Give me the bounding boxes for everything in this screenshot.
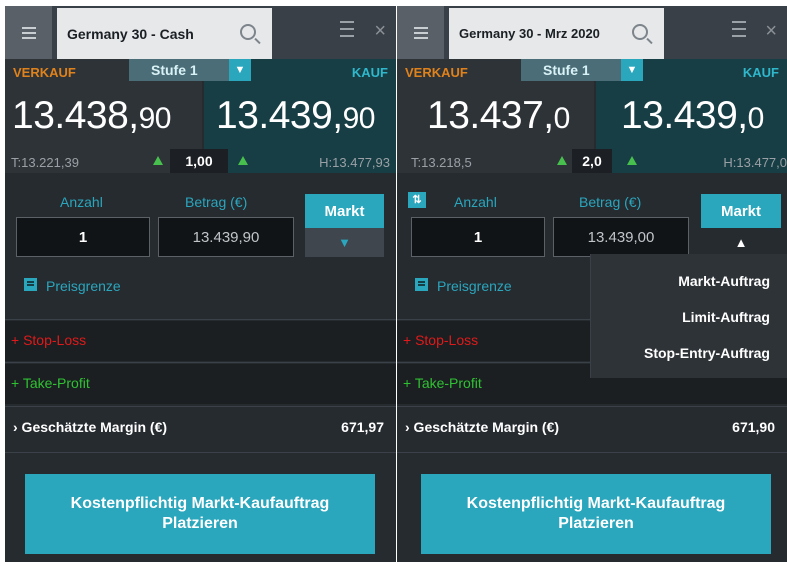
market-tab[interactable]: Germany 30 - Mrz 2020 bbox=[449, 8, 664, 59]
take-profit-label[interactable]: + Take-Profit bbox=[11, 375, 90, 391]
stop-loss-row[interactable]: + Stop-Loss bbox=[5, 321, 396, 361]
sell-price: 13.438,90 bbox=[12, 94, 172, 137]
menu-item-stop-entry-order[interactable]: Stop-Entry-Auftrag bbox=[644, 345, 770, 361]
price-limit-label[interactable]: Preisgrenze bbox=[46, 278, 121, 294]
amount-input[interactable]: 13.439,00 bbox=[553, 217, 689, 257]
search-icon[interactable] bbox=[240, 24, 256, 40]
triangle-up-icon bbox=[627, 156, 637, 165]
menu-button[interactable] bbox=[5, 6, 52, 59]
swap-icon[interactable]: ⇅ bbox=[408, 192, 426, 208]
search-icon[interactable] bbox=[632, 24, 648, 40]
menu-item-market-order[interactable]: Markt-Auftrag bbox=[678, 273, 770, 289]
ticket-header: Germany 30 - Cash × bbox=[5, 6, 396, 59]
low-price: T:13.221,39 bbox=[11, 155, 79, 170]
amount-label: Betrag (€) bbox=[579, 194, 642, 210]
drag-handle-icon[interactable] bbox=[340, 16, 354, 42]
place-order-button[interactable]: Kostenpflichtig Markt-Kaufauftrag Platzi… bbox=[421, 474, 771, 554]
order-type-menu: Markt-Auftrag Limit-Auftrag Stop-Entry-A… bbox=[590, 254, 787, 378]
stop-loss-label[interactable]: + Stop-Loss bbox=[11, 332, 86, 348]
triangle-up-icon bbox=[238, 156, 248, 165]
order-type-button[interactable]: Markt bbox=[701, 194, 781, 229]
triangle-up-icon bbox=[557, 156, 567, 165]
buy-price: 13.439,90 bbox=[216, 94, 376, 137]
quantity-input[interactable]: 1 bbox=[411, 217, 545, 257]
market-tab[interactable]: Germany 30 - Cash bbox=[57, 8, 272, 59]
close-icon[interactable]: × bbox=[765, 21, 777, 41]
stop-loss-label[interactable]: + Stop-Loss bbox=[403, 332, 478, 348]
low-price: T:13.218,5 bbox=[411, 155, 472, 170]
level-select[interactable]: Stufe 1 ▼ bbox=[521, 59, 643, 81]
level-select[interactable]: Stufe 1 ▼ bbox=[129, 59, 251, 81]
quantity-label: Anzahl bbox=[454, 194, 497, 210]
sell-price: 13.437,0 bbox=[427, 94, 570, 137]
quantity-label: Anzahl bbox=[60, 194, 103, 210]
buy-label: KAUF bbox=[351, 65, 388, 80]
chevron-down-icon[interactable]: ▼ bbox=[621, 59, 643, 81]
chevron-down-icon[interactable]: ▼ bbox=[305, 228, 384, 257]
margin-value: 671,97 bbox=[341, 419, 384, 435]
level-value: Stufe 1 bbox=[543, 62, 590, 78]
buy-label: KAUF bbox=[742, 65, 779, 80]
level-value: Stufe 1 bbox=[151, 62, 198, 78]
buy-price: 13.439,0 bbox=[621, 94, 764, 137]
menu-item-limit-order[interactable]: Limit-Auftrag bbox=[682, 309, 770, 325]
triangle-up-icon bbox=[153, 156, 163, 165]
quantity-input[interactable]: 1 bbox=[16, 217, 150, 257]
spread-value: 1,00 bbox=[170, 149, 228, 173]
sell-label: VERKAUF bbox=[13, 65, 76, 80]
drag-handle-icon[interactable] bbox=[732, 16, 746, 42]
take-profit-label[interactable]: + Take-Profit bbox=[403, 375, 482, 391]
close-icon[interactable]: × bbox=[374, 21, 386, 41]
checkbox-icon[interactable] bbox=[24, 278, 37, 291]
take-profit-row[interactable]: + Take-Profit bbox=[5, 364, 396, 404]
amount-input[interactable]: 13.439,90 bbox=[158, 217, 294, 257]
margin-value: 671,90 bbox=[732, 419, 775, 435]
hamburger-icon bbox=[21, 24, 36, 42]
high-price: H:13.477,93 bbox=[319, 155, 390, 170]
checkbox-icon[interactable] bbox=[415, 278, 428, 291]
trade-tickets: Germany 30 - Cash × VERKAUF KAUF Stufe 1… bbox=[0, 0, 787, 566]
high-price: H:13.477,0 bbox=[723, 155, 787, 170]
price-limit-label[interactable]: Preisgrenze bbox=[437, 278, 512, 294]
market-title: Germany 30 - Cash bbox=[67, 25, 194, 42]
market-title: Germany 30 - Mrz 2020 bbox=[459, 26, 600, 41]
sell-label: VERKAUF bbox=[405, 65, 468, 80]
hamburger-icon bbox=[413, 24, 428, 42]
place-order-button[interactable]: Kostenpflichtig Markt-Kaufauftrag Platzi… bbox=[25, 474, 375, 554]
margin-label[interactable]: › Geschätzte Margin (€) bbox=[13, 419, 167, 435]
menu-button[interactable] bbox=[397, 6, 444, 59]
margin-row[interactable]: › Geschätzte Margin (€) 671,97 bbox=[5, 408, 396, 450]
deal-ticket-left: Germany 30 - Cash × VERKAUF KAUF Stufe 1… bbox=[5, 6, 396, 562]
chevron-up-icon[interactable]: ▲ bbox=[701, 228, 781, 257]
spread-value: 2,0 bbox=[572, 149, 612, 173]
order-type-button[interactable]: Markt bbox=[305, 194, 384, 229]
margin-row[interactable]: › Geschätzte Margin (€) 671,90 bbox=[397, 408, 787, 450]
ticket-header: Germany 30 - Mrz 2020 × bbox=[397, 6, 787, 59]
margin-label[interactable]: › Geschätzte Margin (€) bbox=[405, 419, 559, 435]
amount-label: Betrag (€) bbox=[185, 194, 248, 210]
chevron-down-icon[interactable]: ▼ bbox=[229, 59, 251, 81]
